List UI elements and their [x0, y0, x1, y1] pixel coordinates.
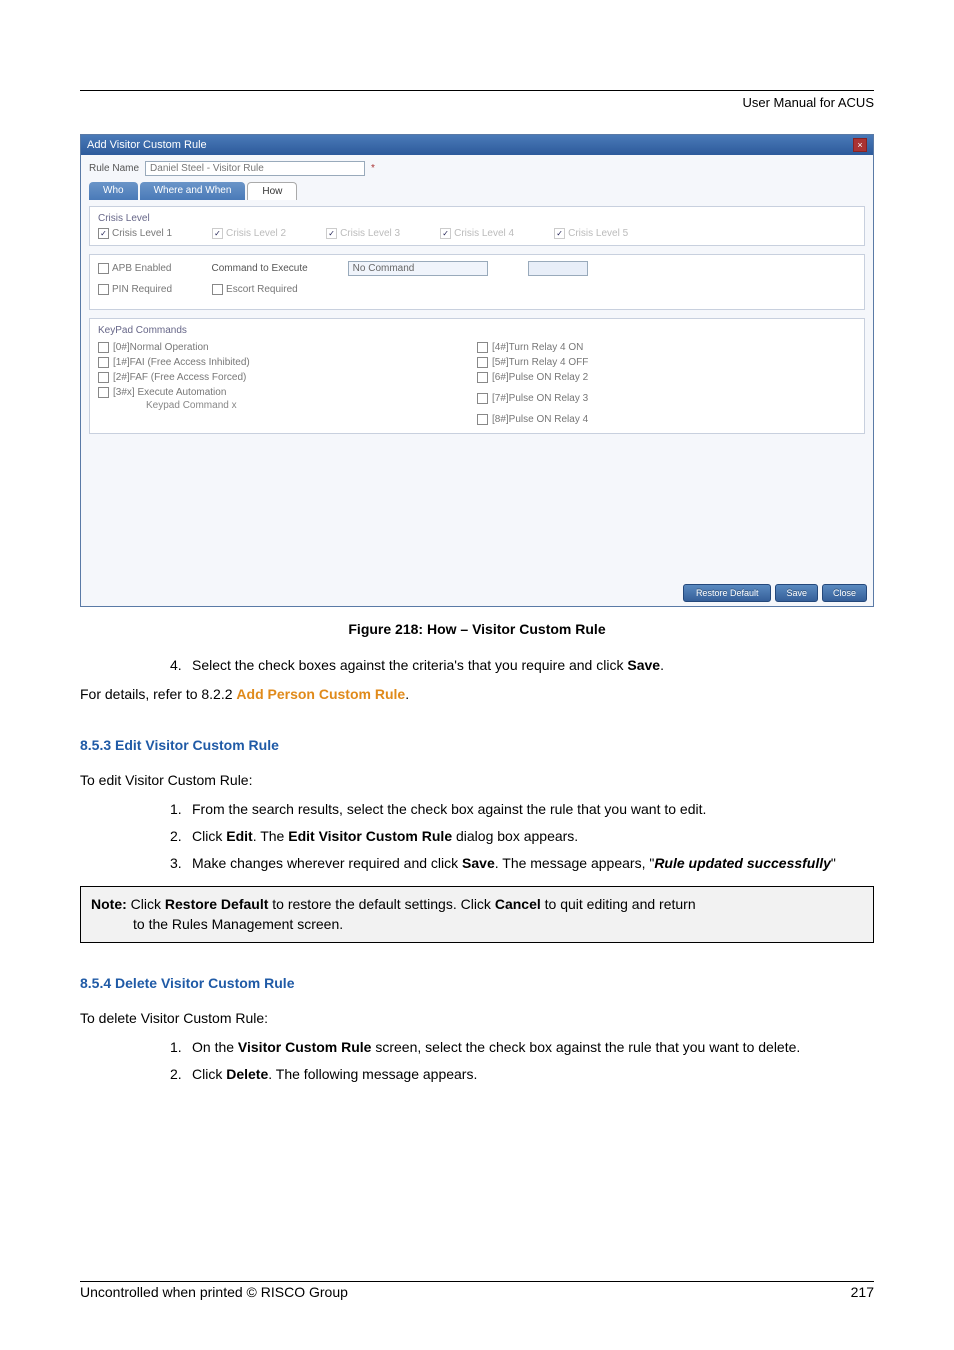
command-param-select[interactable] — [528, 261, 588, 276]
crisis-level-3-checkbox — [326, 228, 337, 239]
kp-normal-operation-checkbox[interactable] — [98, 342, 109, 353]
kp-fai-label: [1#]FAI (Free Access Inhibited) — [113, 357, 250, 368]
kp-relay4-off-checkbox[interactable] — [477, 357, 488, 368]
apb-enabled-checkbox[interactable] — [98, 263, 109, 274]
list-item: 1.On the Visitor Custom Rule screen, sel… — [170, 1037, 874, 1058]
add-person-custom-rule-link[interactable]: Add Person Custom Rule — [236, 686, 405, 702]
crisis-level-title: Crisis Level — [98, 213, 856, 224]
note-box: Note: Click Restore Default to restore t… — [80, 886, 874, 943]
kp-relay4-on-checkbox[interactable] — [477, 342, 488, 353]
section-853-intro: To edit Visitor Custom Rule: — [80, 770, 874, 791]
crisis-level-3-label: Crisis Level 3 — [340, 228, 400, 239]
kp-relay2-pulse-label: [6#]Pulse ON Relay 2 — [492, 372, 588, 383]
add-visitor-dialog: Add Visitor Custom Rule × Rule Name Dani… — [80, 134, 874, 607]
section-853-heading: 8.5.3 Edit Visitor Custom Rule — [80, 735, 874, 756]
crisis-level-4-checkbox — [440, 228, 451, 239]
kp-relay3-pulse-checkbox[interactable] — [477, 393, 488, 404]
crisis-level-1-label: Crisis Level 1 — [112, 228, 172, 239]
crisis-level-5-checkbox — [554, 228, 565, 239]
escort-required-label: Escort Required — [226, 284, 298, 295]
list-item: 2.Click Edit. The Edit Visitor Custom Ru… — [170, 826, 874, 847]
pin-required-label: PIN Required — [112, 284, 172, 295]
kp-automation-sublabel: Keypad Command x — [98, 400, 477, 411]
command-to-execute-label: Command to Execute — [212, 263, 308, 274]
kp-relay2-pulse-checkbox[interactable] — [477, 372, 488, 383]
crisis-level-5-label: Crisis Level 5 — [568, 228, 628, 239]
restore-default-button[interactable]: Restore Default — [683, 584, 772, 602]
keypad-commands-panel: KeyPad Commands [0#]Normal Operation [1#… — [89, 318, 865, 434]
list-item: 2.Click Delete. The following message ap… — [170, 1064, 874, 1085]
kp-relay4-on-label: [4#]Turn Relay 4 ON — [492, 342, 583, 353]
kp-relay3-pulse-label: [7#]Pulse ON Relay 3 — [492, 393, 588, 404]
escort-required-checkbox[interactable] — [212, 284, 223, 295]
page-header: User Manual for ACUS — [80, 95, 874, 110]
crisis-level-panel: Crisis Level Crisis Level 1 Crisis Level… — [89, 206, 865, 246]
kp-automation-label: [3#x] Execute Automation — [113, 387, 226, 398]
page-number: 217 — [851, 1284, 874, 1300]
list-item: 1.From the search results, select the ch… — [170, 799, 874, 820]
pin-required-checkbox[interactable] — [98, 284, 109, 295]
dialog-titlebar: Add Visitor Custom Rule × — [81, 135, 873, 155]
section-854-heading: 8.5.4 Delete Visitor Custom Rule — [80, 973, 874, 994]
reference-paragraph: For details, refer to 8.2.2 Add Person C… — [80, 684, 874, 705]
kp-normal-operation-label: [0#]Normal Operation — [113, 342, 209, 353]
figure-caption: Figure 218: How – Visitor Custom Rule — [80, 621, 874, 637]
tab-how[interactable]: How — [247, 182, 297, 200]
apb-enabled-label: APB Enabled — [112, 263, 172, 274]
crisis-level-2-label: Crisis Level 2 — [226, 228, 286, 239]
kp-faf-label: [2#]FAF (Free Access Forced) — [113, 372, 246, 383]
command-to-execute-select[interactable]: No Command — [348, 261, 488, 276]
close-icon[interactable]: × — [853, 138, 867, 152]
section-854-intro: To delete Visitor Custom Rule: — [80, 1008, 874, 1029]
kp-relay4-pulse-checkbox[interactable] — [477, 414, 488, 425]
crisis-level-4-label: Crisis Level 4 — [454, 228, 514, 239]
kp-relay4-pulse-label: [8#]Pulse ON Relay 4 — [492, 414, 588, 425]
rule-name-label: Rule Name — [89, 163, 139, 174]
tab-who[interactable]: Who — [89, 182, 138, 200]
tab-where-and-when[interactable]: Where and When — [140, 182, 246, 200]
rule-name-input[interactable]: Daniel Steel - Visitor Rule — [145, 161, 365, 176]
options-panel: APB Enabled Command to Execute No Comman… — [89, 254, 865, 310]
required-asterisk: * — [371, 163, 375, 174]
footer-left: Uncontrolled when printed © RISCO Group — [80, 1284, 348, 1300]
keypad-commands-title: KeyPad Commands — [98, 325, 856, 336]
crisis-level-2-checkbox — [212, 228, 223, 239]
list-item: 4.Select the check boxes against the cri… — [170, 655, 874, 676]
kp-fai-checkbox[interactable] — [98, 357, 109, 368]
kp-relay4-off-label: [5#]Turn Relay 4 OFF — [492, 357, 588, 368]
close-button[interactable]: Close — [822, 584, 867, 602]
kp-automation-checkbox[interactable] — [98, 387, 109, 398]
save-button[interactable]: Save — [775, 584, 818, 602]
kp-faf-checkbox[interactable] — [98, 372, 109, 383]
dialog-title: Add Visitor Custom Rule — [87, 139, 207, 151]
list-item: 3.Make changes wherever required and cli… — [170, 853, 874, 874]
crisis-level-1-checkbox[interactable] — [98, 228, 109, 239]
